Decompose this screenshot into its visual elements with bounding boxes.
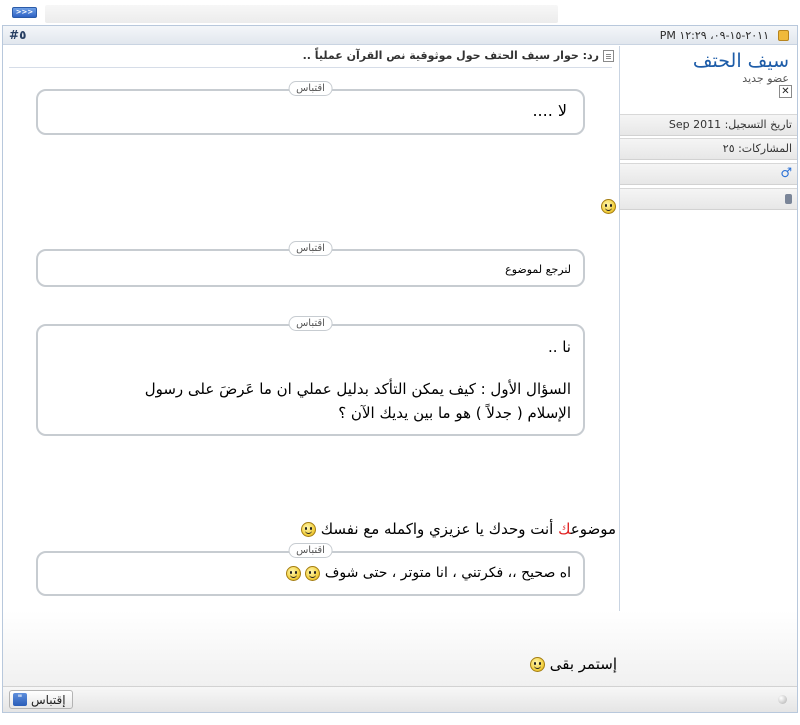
post-status-icon xyxy=(778,30,789,41)
smiley-icon xyxy=(305,565,321,581)
smiley-icon xyxy=(529,657,545,672)
smiley-icon xyxy=(300,522,316,537)
join-date: تاريخ التسجيل: Sep 2011 xyxy=(620,114,797,136)
post-number-link[interactable]: #٥ xyxy=(9,28,26,42)
quote-text: اه صحيح ،، فكرتني ، انا متوتر ، حتى شوف xyxy=(285,565,571,581)
post-text-part: إستمر بقى xyxy=(544,655,617,673)
gender-row: ♂ xyxy=(620,163,797,185)
quote-label: اقتباس xyxy=(288,543,333,558)
post-text: إستمر بقى xyxy=(529,655,617,673)
document-icon xyxy=(603,49,614,62)
quote-label: اقتباس xyxy=(288,81,333,96)
online-status-icon xyxy=(778,695,787,704)
offline-icon: ✕ xyxy=(779,85,792,98)
quote-icon: " xyxy=(13,693,27,706)
expand-button[interactable]: >>> xyxy=(12,7,37,18)
quote-box: اقتباس لا .... xyxy=(36,81,585,135)
quote-button-label: إقتباس xyxy=(31,692,66,707)
post-text-part: أنت وحدك يا عزيزي واكمله مع نفسك xyxy=(315,520,559,538)
title-divider xyxy=(9,67,612,68)
quote-text-part: اه صحيح ،، فكرتني ، انا متوتر ، حتى شوف xyxy=(320,565,571,581)
smiley-icon xyxy=(285,565,301,581)
user-sidebar: سيف الحتف عضو جديد ✕ تاريخ التسجيل: Sep … xyxy=(619,46,797,668)
post-text-highlight: ك xyxy=(558,520,571,538)
quote-text: لنرجع لموضوع xyxy=(505,263,571,276)
post-content-lower: إستمر بقى xyxy=(3,611,797,688)
quote-box: اقتباس اه صحيح ،، فكرتني ، انا متوتر ، ح… xyxy=(36,543,585,596)
quote-label: اقتباس xyxy=(288,316,333,331)
post-text-part: موضوع xyxy=(570,520,616,538)
quote-text: نا .. xyxy=(547,338,571,356)
post-content: رد: حوار سيف الحتف حول موثوقية نص القرآن… xyxy=(3,46,618,611)
top-toolbar-field xyxy=(45,5,558,23)
quote-text: لا .... xyxy=(532,101,567,120)
user-title: عضو جديد xyxy=(742,72,789,85)
quote-text: الإسلام ( جدلاً ) هو ما بين يديك الآن ؟ xyxy=(338,404,571,422)
quote-box: اقتباس نا .. السؤال الأول : كيف يمكن الت… xyxy=(36,316,585,436)
post-title: رد: حوار سيف الحتف حول موثوقية نص القرآن… xyxy=(303,49,614,62)
forum-post: ٢٠١١-١٥-٠٩، ١٢:٢٩ PM #٥ سيف الحتف عضو جد… xyxy=(2,25,798,713)
male-icon: ♂ xyxy=(780,166,792,181)
username-link[interactable]: سيف الحتف xyxy=(693,50,789,72)
post-text: موضوعك أنت وحدك يا عزيزي واكمله مع نفسك xyxy=(300,520,616,538)
post-title-text: رد: حوار سيف الحتف حول موثوقية نص القرآن… xyxy=(302,49,599,62)
quote-label: اقتباس xyxy=(288,241,333,256)
extra-row xyxy=(620,188,797,210)
quote-text: السؤال الأول : كيف يمكن التأكد بدليل عمل… xyxy=(144,380,571,398)
smiley-icon xyxy=(601,199,616,214)
quote-box: اقتباس لنرجع لموضوع xyxy=(36,241,585,287)
top-strip: >>> xyxy=(0,0,800,28)
database-icon xyxy=(785,194,792,204)
post-date: ٢٠١١-١٥-٠٩، ١٢:٢٩ PM xyxy=(659,29,769,42)
quote-button[interactable]: " إقتباس xyxy=(9,690,73,709)
post-count: المشاركات: ٢٥ xyxy=(620,138,797,160)
post-header: ٢٠١١-١٥-٠٩، ١٢:٢٩ PM #٥ xyxy=(3,26,797,45)
post-footer: " إقتباس xyxy=(3,686,797,712)
